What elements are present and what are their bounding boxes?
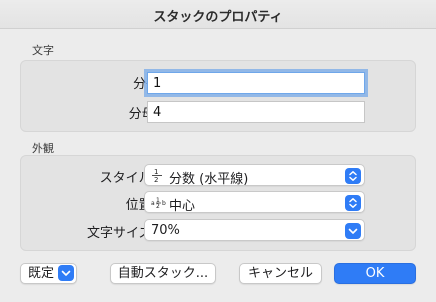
size-popup[interactable]: 70% (144, 219, 365, 241)
center-position-icon: a 1 2 b (151, 194, 167, 213)
window-title: スタックのプロパティ (153, 10, 283, 25)
horizontal-fraction-icon: 1 2 (151, 167, 163, 186)
text-group: 分子 1 分母: 4 (20, 60, 416, 132)
svg-text:2: 2 (154, 176, 158, 183)
size-value: 70% (151, 223, 180, 238)
appearance-section-heading: 外観 (32, 142, 54, 155)
defaults-label: 既定 (28, 266, 55, 281)
up-down-chevron-icon (345, 168, 361, 184)
svg-text:b: b (162, 200, 166, 207)
position-value: 中心 (169, 199, 196, 214)
defaults-popup-button[interactable]: 既定 (20, 263, 77, 284)
chevron-down-icon (58, 265, 74, 281)
text-section-heading: 文字 (32, 44, 54, 57)
svg-text:a: a (151, 200, 155, 207)
appearance-group: スタイル: 1 2 分数 (水平線) 位置: a 1 2 b 中心 文字サイズ:… (20, 155, 416, 251)
svg-text:1: 1 (154, 168, 158, 176)
position-popup[interactable]: a 1 2 b 中心 (144, 191, 365, 214)
chevron-down-icon (345, 223, 361, 239)
ok-button[interactable]: OK (334, 263, 416, 284)
title-bar: スタックのプロパティ (0, 0, 436, 29)
numerator-field[interactable]: 1 (147, 72, 365, 94)
denominator-field[interactable]: 4 (147, 101, 365, 123)
style-value: 分数 (水平線) (169, 172, 249, 187)
style-popup[interactable]: 1 2 分数 (水平線) (144, 164, 365, 187)
auto-stack-button[interactable]: 自動スタック... (110, 263, 216, 284)
cancel-button[interactable]: キャンセル (239, 263, 322, 284)
up-down-chevron-icon (345, 195, 361, 211)
svg-text:2: 2 (156, 203, 160, 210)
